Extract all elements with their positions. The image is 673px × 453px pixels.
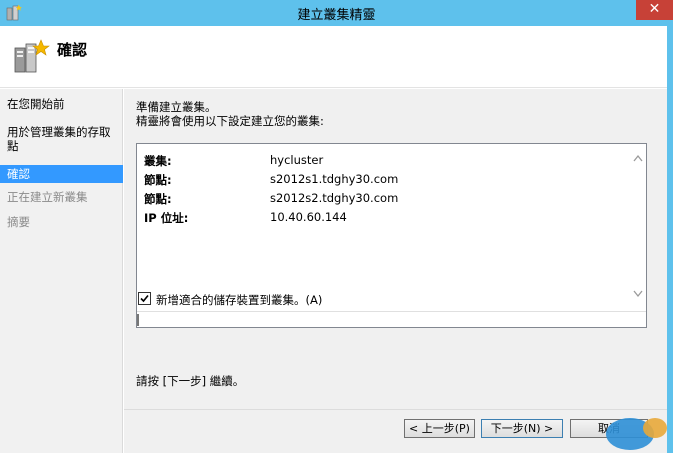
footer-divider [124, 409, 667, 410]
continue-instruction: 請按 [下一步] 繼續。 [136, 374, 245, 388]
wizard-header: 確認 [0, 26, 667, 88]
add-storage-label[interactable]: 新增適合的儲存裝置到叢集。(A) [156, 292, 322, 308]
summary-value: hycluster [270, 153, 324, 167]
nav-item-confirmation[interactable]: 確認 [0, 165, 123, 183]
summary-key: IP 位址: [144, 211, 189, 225]
nav-item-summary: 摘要 [7, 215, 30, 229]
title-bar[interactable]: 建立叢集精靈 ✕ [0, 0, 673, 26]
close-button[interactable]: ✕ [636, 0, 673, 20]
summary-value: s2012s2.tdghy30.com [270, 191, 399, 205]
wizard-step-nav: 在您開始前 用於管理叢集的存取點 確認 正在建立新叢集 摘要 [0, 89, 123, 453]
intro-line-2: 精靈將會使用以下設定建立您的叢集: [136, 114, 324, 128]
wizard-content: 準備建立叢集。 精靈將會使用以下設定建立您的叢集: 叢集: hycluster … [124, 89, 667, 453]
summary-key: 節點: [144, 173, 172, 187]
add-storage-option[interactable]: 新增適合的儲存裝置到叢集。(A) [137, 289, 646, 311]
scroll-up-icon[interactable] [633, 154, 643, 164]
add-storage-checkbox[interactable] [138, 292, 151, 305]
page-title: 確認 [57, 41, 88, 59]
cluster-wizard-icon [12, 38, 50, 76]
window-title: 建立叢集精靈 [297, 8, 376, 23]
summary-value: 10.40.60.144 [270, 210, 347, 224]
scrollbar-thumb[interactable] [137, 314, 139, 326]
ithome-watermark-logo [600, 408, 670, 453]
previous-button[interactable]: < 上一步(P) [404, 419, 475, 438]
nav-item-creating-cluster: 正在建立新叢集 [7, 190, 88, 204]
next-button[interactable]: 下一步(N) > [481, 419, 563, 438]
horizontal-scrollbar[interactable] [137, 311, 646, 327]
wizard-client-area: 確認 在您開始前 用於管理叢集的存取點 確認 正在建立新叢集 摘要 準備建立叢集… [0, 26, 667, 453]
nav-item-access-point[interactable]: 用於管理叢集的存取點 [0, 125, 123, 153]
summary-value: s2012s1.tdghy30.com [270, 172, 399, 186]
summary-key: 叢集: [144, 154, 172, 168]
nav-item-before-you-begin[interactable]: 在您開始前 [0, 97, 123, 111]
settings-summary-box[interactable]: 叢集: hycluster 節點: s2012s1.tdghy30.com 節點… [136, 143, 647, 328]
summary-key: 節點: [144, 192, 172, 206]
